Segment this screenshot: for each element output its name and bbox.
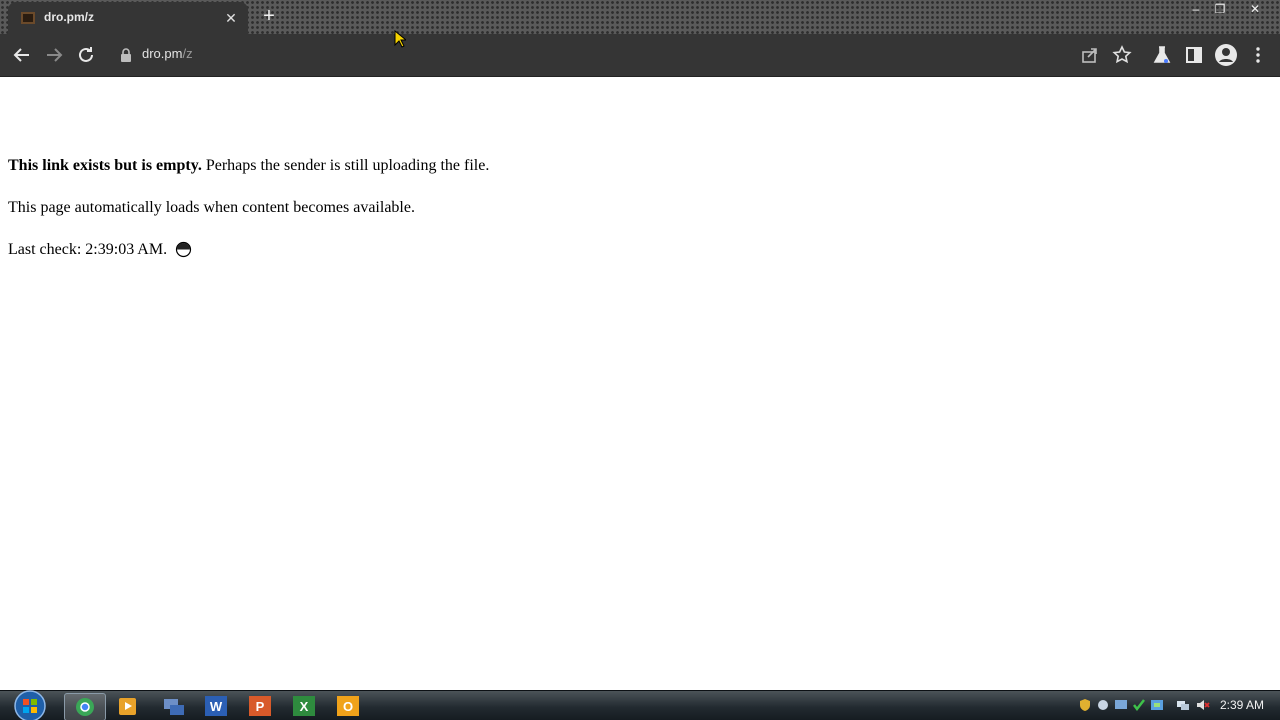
url-path: /z — [182, 46, 193, 61]
minimize-button[interactable]: – — [1186, 0, 1206, 18]
tab-title: dro.pm/z — [44, 10, 94, 24]
display-icon[interactable] — [1114, 698, 1128, 712]
browser-tab[interactable]: dro.pm/z ✕ — [8, 2, 248, 34]
outlook-icon[interactable]: O — [334, 693, 362, 719]
volume-muted-icon[interactable] — [1196, 698, 1210, 712]
url-host: dro.pm — [142, 46, 183, 61]
svg-text:O: O — [343, 699, 353, 714]
system-clock[interactable]: 2:39 AM — [1220, 698, 1264, 712]
tab-close-icon[interactable]: ✕ — [222, 9, 240, 27]
auto-load-note: This page automatically loads when conte… — [8, 199, 415, 216]
powerpoint-icon[interactable]: P — [246, 693, 274, 719]
site-favicon-icon — [21, 12, 35, 24]
uploading-note: Perhaps the sender is still uploading th… — [201, 157, 490, 174]
restore-button[interactable]: ❐ — [1210, 0, 1230, 18]
close-window-button[interactable]: ✕ — [1242, 0, 1268, 18]
browser-toolbar: dro.pm/z — [0, 34, 1280, 77]
new-tab-button[interactable]: + — [256, 5, 282, 29]
last-check-line: Last check: 2:39:03 AM. — [8, 241, 192, 259]
svg-text:X: X — [300, 699, 309, 714]
excel-icon[interactable]: X — [290, 693, 318, 719]
svg-text:W: W — [210, 699, 223, 714]
address-bar[interactable]: dro.pm/z — [142, 46, 193, 61]
mouse-cursor-icon — [394, 30, 406, 48]
start-orb-icon[interactable] — [10, 689, 50, 720]
network-status-icon[interactable] — [1150, 698, 1164, 712]
share-icon[interactable] — [1078, 43, 1102, 67]
side-panel-icon[interactable] — [1182, 43, 1206, 67]
checkmark-shield-icon[interactable] — [1132, 698, 1146, 712]
lock-icon[interactable] — [120, 48, 132, 62]
security-shield-icon[interactable] — [1078, 698, 1092, 712]
network-connection-icon[interactable] — [1176, 698, 1190, 712]
loading-spinner-icon — [175, 241, 192, 258]
menu-kebab-icon[interactable] — [1246, 43, 1270, 67]
reload-icon[interactable] — [74, 43, 98, 67]
labs-flask-icon[interactable] — [1150, 43, 1174, 67]
svg-text:P: P — [256, 699, 265, 714]
tray-app-icon[interactable] — [1096, 698, 1110, 712]
network-icon[interactable] — [160, 693, 188, 719]
empty-link-heading: This link exists but is empty. — [8, 157, 202, 174]
media-player-icon[interactable] — [114, 693, 142, 719]
word-icon[interactable]: W — [202, 693, 230, 719]
windows-taskbar: W P X O 2:39 AM — [0, 690, 1280, 720]
browser-titlebar: dro.pm/z ✕ + – ❐ ✕ — [0, 0, 1280, 34]
taskbar-chrome[interactable] — [64, 693, 106, 720]
back-icon[interactable] — [10, 43, 34, 67]
empty-link-message: This link exists but is empty. Perhaps t… — [8, 157, 489, 175]
profile-avatar-icon[interactable] — [1214, 43, 1238, 67]
bookmark-star-icon[interactable] — [1110, 43, 1134, 67]
chrome-icon — [76, 698, 94, 716]
forward-icon[interactable] — [42, 43, 66, 67]
last-check-text: Last check: 2:39:03 AM. — [8, 241, 168, 258]
